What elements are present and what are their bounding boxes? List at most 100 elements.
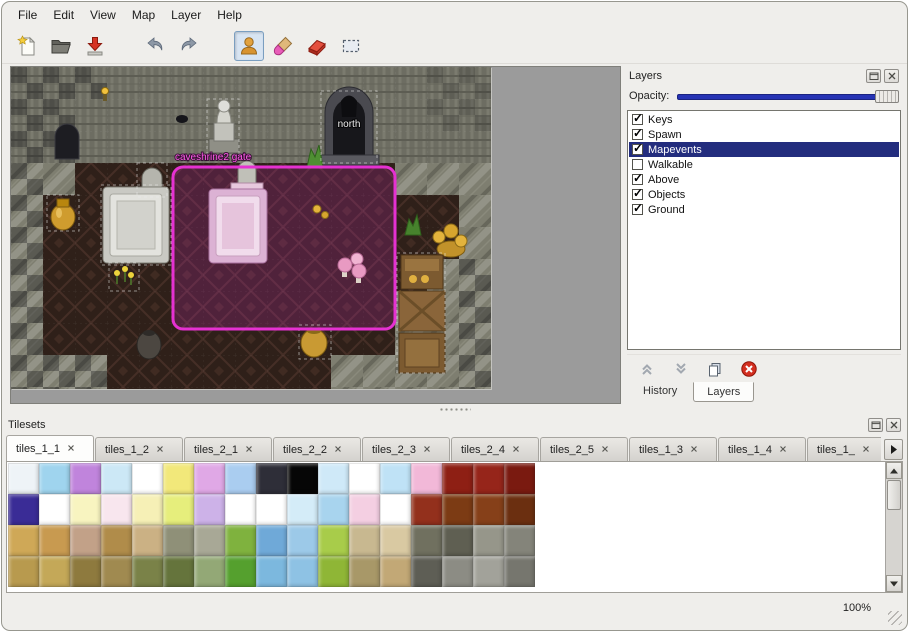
tileset-tile[interactable] [163, 494, 194, 525]
tileset-tile[interactable] [163, 556, 194, 587]
tileset-tile[interactable] [194, 463, 225, 494]
tileset-tile[interactable] [411, 525, 442, 556]
layers-list[interactable]: KeysSpawnMapeventsWalkableAboveObjectsGr… [627, 110, 901, 350]
float-panel-button[interactable] [866, 69, 881, 83]
tileset-tile[interactable] [225, 556, 256, 587]
menu-item-help[interactable]: Help [209, 5, 250, 25]
tileset-tab-tiles_2_4[interactable]: tiles_2_4 [451, 437, 539, 461]
tileset-tile[interactable] [8, 494, 39, 525]
tileset-tile[interactable] [287, 494, 318, 525]
close-panel-button[interactable] [886, 418, 901, 432]
tileset-tile[interactable] [256, 525, 287, 556]
resize-grip[interactable] [888, 611, 902, 625]
tileset-tile[interactable] [504, 494, 535, 525]
menu-item-view[interactable]: View [82, 5, 124, 25]
tab-close-icon[interactable] [334, 444, 342, 456]
tileset-tab-tiles_2_3[interactable]: tiles_2_3 [362, 437, 450, 461]
layer-visibility-checkbox[interactable] [632, 144, 643, 155]
menu-item-map[interactable]: Map [124, 5, 163, 25]
tileset-tile[interactable] [473, 525, 504, 556]
scroll-tabs-right-button[interactable] [884, 439, 903, 460]
tab-close-icon[interactable] [67, 443, 75, 455]
tileset-tab-tiles_1_3[interactable]: tiles_1_3 [629, 437, 717, 461]
tileset-tile[interactable] [411, 463, 442, 494]
tileset-tile[interactable] [225, 494, 256, 525]
move-layer-down-button[interactable] [671, 359, 691, 379]
toolbar-button-redo[interactable] [174, 31, 204, 61]
tileset-tile[interactable] [504, 556, 535, 587]
tileset-tile[interactable] [132, 525, 163, 556]
layer-row-mapevents[interactable]: Mapevents [629, 142, 899, 157]
tileset-tab-tiles_1_4[interactable]: tiles_1_4 [718, 437, 806, 461]
dock-tab-history[interactable]: History [629, 382, 691, 402]
tileset-tile[interactable] [70, 463, 101, 494]
tileset-tile[interactable] [442, 556, 473, 587]
tileset-tile[interactable] [504, 463, 535, 494]
tileset-view[interactable] [6, 461, 903, 593]
dock-tab-layers[interactable]: Layers [693, 382, 754, 402]
tab-close-icon[interactable] [690, 444, 698, 456]
scroll-down-button[interactable] [886, 575, 902, 592]
splitter-grip[interactable] [439, 407, 471, 413]
layer-visibility-checkbox[interactable] [632, 174, 643, 185]
map-viewport[interactable]: north caveshrine2 gate [10, 66, 621, 404]
tileset-tile[interactable] [318, 463, 349, 494]
tileset-tile[interactable] [8, 556, 39, 587]
tileset-tile[interactable] [70, 494, 101, 525]
toolbar-button-eraser-tool[interactable] [302, 31, 332, 61]
layer-row-ground[interactable]: Ground [629, 202, 899, 217]
tileset-tile[interactable] [70, 556, 101, 587]
layer-row-above[interactable]: Above [629, 172, 899, 187]
tab-close-icon[interactable] [601, 444, 609, 456]
tileset-tile[interactable] [473, 494, 504, 525]
close-panel-button[interactable] [884, 69, 899, 83]
move-layer-up-button[interactable] [637, 359, 657, 379]
tileset-tile[interactable] [225, 525, 256, 556]
float-panel-button[interactable] [868, 418, 883, 432]
tileset-tile[interactable] [411, 556, 442, 587]
tileset-tile[interactable] [380, 463, 411, 494]
tileset-tile[interactable] [442, 463, 473, 494]
toolbar-button-new-file[interactable] [12, 31, 42, 61]
opacity-slider-handle[interactable] [875, 90, 899, 103]
tileset-tile[interactable] [225, 463, 256, 494]
toolbar-button-brush-tool[interactable] [268, 31, 298, 61]
tileset-tile[interactable] [132, 463, 163, 494]
tileset-tile[interactable] [349, 525, 380, 556]
scrollbar-track[interactable] [886, 479, 902, 575]
tileset-tile[interactable] [101, 494, 132, 525]
tileset-tile[interactable] [256, 463, 287, 494]
tileset-tile[interactable] [287, 463, 318, 494]
map-canvas[interactable]: north caveshrine2 gate [11, 67, 491, 389]
layer-row-objects[interactable]: Objects [629, 187, 899, 202]
toolbar-button-save[interactable] [80, 31, 110, 61]
tileset-tile[interactable] [39, 463, 70, 494]
tileset-tile[interactable] [194, 556, 225, 587]
tileset-tile[interactable] [349, 463, 380, 494]
tileset-tile[interactable] [318, 494, 349, 525]
tileset-tile[interactable] [70, 525, 101, 556]
delete-layer-button[interactable] [739, 359, 759, 379]
scroll-up-button[interactable] [886, 462, 902, 479]
tileset-tile[interactable] [411, 494, 442, 525]
tileset-tile[interactable] [39, 556, 70, 587]
tileset-tile[interactable] [349, 494, 380, 525]
tileset-tile[interactable] [504, 525, 535, 556]
tileset-tile[interactable] [287, 556, 318, 587]
opacity-slider[interactable] [677, 89, 899, 103]
tileset-tile[interactable] [132, 556, 163, 587]
horizontal-splitter[interactable] [2, 404, 907, 415]
menu-item-edit[interactable]: Edit [45, 5, 82, 25]
tileset-tile[interactable] [8, 525, 39, 556]
tileset-tile[interactable] [163, 525, 194, 556]
layer-visibility-checkbox[interactable] [632, 114, 643, 125]
tileset-tile[interactable] [256, 556, 287, 587]
tab-close-icon[interactable] [779, 444, 787, 456]
layer-row-keys[interactable]: Keys [629, 112, 899, 127]
tileset-tile[interactable] [473, 463, 504, 494]
layer-row-spawn[interactable]: Spawn [629, 127, 899, 142]
tileset-tile[interactable] [380, 525, 411, 556]
tileset-tile[interactable] [287, 525, 318, 556]
tileset-tile[interactable] [194, 525, 225, 556]
scrollbar-thumb[interactable] [887, 480, 901, 510]
